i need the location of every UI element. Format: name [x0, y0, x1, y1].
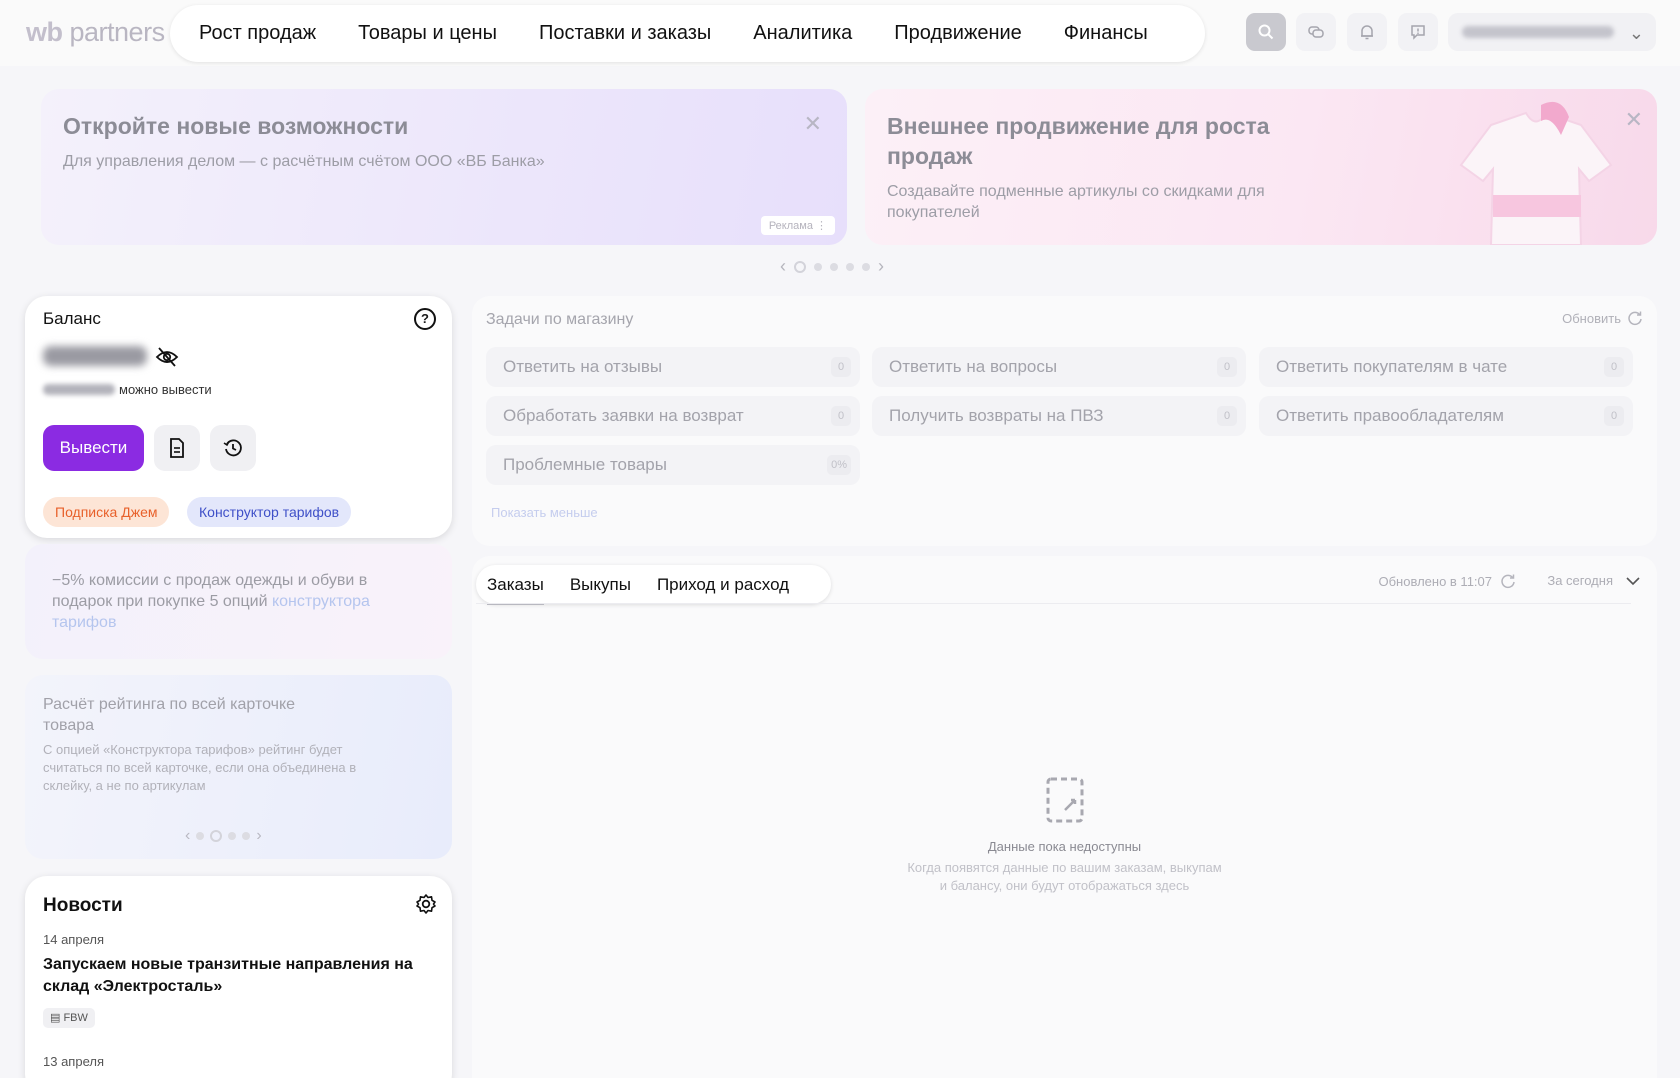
- banner-title: Откройте новые возможности: [63, 113, 409, 139]
- chevron-right-icon[interactable]: ›: [878, 256, 884, 277]
- empty-document-icon: [1046, 777, 1083, 823]
- task-count: 0: [1217, 357, 1237, 377]
- carousel-dot[interactable]: [228, 832, 237, 840]
- chevron-down-icon: [1626, 576, 1640, 585]
- tasks-title: Задачи по магазину: [486, 311, 634, 328]
- nav-item-analytics[interactable]: Аналитика: [753, 22, 852, 45]
- chevron-left-icon[interactable]: ‹: [780, 256, 786, 277]
- task-count: 0: [831, 406, 851, 426]
- search-icon[interactable]: [1246, 13, 1286, 51]
- banner-external-promotion[interactable]: Внешнее продвижение для роста продаж Созд…: [865, 89, 1657, 245]
- main-nav: Рост продаж Товары и цены Поставки и зак…: [170, 5, 1205, 62]
- news-card: Новости 14 апреля Запускаем новые транзи…: [25, 876, 452, 1078]
- balance-amount: [43, 346, 147, 366]
- nav-item-finance[interactable]: Финансы: [1064, 22, 1148, 45]
- carousel-dot[interactable]: [814, 262, 822, 271]
- close-icon[interactable]: ✕: [1625, 107, 1643, 133]
- subscription-tag[interactable]: Подписка Джем: [43, 497, 170, 527]
- promo-commission-text: −5% комиссии с продаж одежды и обуви в п…: [52, 572, 370, 631]
- carousel-dot[interactable]: [830, 262, 838, 271]
- ad-label[interactable]: Реклама ⋮: [760, 216, 835, 235]
- carousel-dot[interactable]: [196, 832, 205, 840]
- task-count: 0: [1217, 406, 1237, 426]
- task-count: 0: [831, 357, 851, 377]
- carousel-dot[interactable]: [242, 832, 251, 840]
- news-date: 13 апреля: [43, 1054, 104, 1069]
- tariff-builder-tag[interactable]: Конструктор тарифов: [187, 497, 352, 527]
- refresh-icon: [1628, 311, 1642, 326]
- empty-state: Данные пока недоступны Когда появятся да…: [472, 776, 1657, 895]
- task-reply-rightholders[interactable]: Ответить правообладателям 0: [1259, 396, 1633, 436]
- bell-icon[interactable]: [1347, 13, 1387, 51]
- banner-text: Создавайте подменные артикулы со скидкам…: [887, 183, 1265, 221]
- promo-rating-title: Расчёт рейтинга по всей карточке товара: [43, 696, 296, 734]
- tab-income-expense[interactable]: Приход и расход: [657, 575, 789, 595]
- chat-icon[interactable]: [1296, 13, 1336, 51]
- carousel-dot[interactable]: [210, 830, 223, 842]
- banner-carousel: ‹ ›: [780, 256, 884, 277]
- tabs-divider: [476, 603, 1631, 604]
- tab-buyouts[interactable]: Выкупы: [570, 575, 631, 595]
- carousel-dot[interactable]: [846, 262, 854, 271]
- top-header: wb partners Рост продаж Товары и цены По…: [0, 0, 1680, 66]
- store-tasks: Задачи по магазину Обновить Ответить на …: [472, 296, 1657, 546]
- balance-card: Баланс ? можно вывести Вывести Подписка …: [25, 296, 452, 538]
- banner-wb-bank[interactable]: Откройте новые возможности Для управлени…: [41, 89, 847, 245]
- nav-item-sales-growth[interactable]: Рост продаж: [199, 22, 316, 45]
- task-problem-goods[interactable]: Проблемные товары 0%: [486, 445, 860, 485]
- task-count: 0: [1604, 406, 1624, 426]
- refresh-button[interactable]: Обновить: [1562, 310, 1643, 326]
- history-icon[interactable]: [210, 425, 256, 471]
- news-title: Новости: [43, 895, 123, 916]
- empty-state-text: Когда появятся данные по вашим заказам, …: [907, 860, 1222, 893]
- logo[interactable]: wb partners: [26, 17, 165, 48]
- news-badge: ▤ FBW: [43, 1008, 95, 1028]
- banner-title: Внешнее продвижение для роста продаж: [887, 113, 1270, 169]
- tab-orders[interactable]: Заказы: [487, 575, 544, 605]
- nav-item-goods-prices[interactable]: Товары и цены: [358, 22, 497, 45]
- task-count: 0%: [827, 455, 851, 475]
- task-return-requests[interactable]: Обработать заявки на возврат 0: [486, 396, 860, 436]
- withdraw-button[interactable]: Вывести: [43, 425, 144, 471]
- carousel-dot[interactable]: [862, 262, 870, 271]
- chevron-down-icon: ⌄: [1628, 23, 1644, 43]
- refresh-icon: [1501, 574, 1515, 589]
- promo-commission[interactable]: −5% комиссии с продаж одежды и обуви в п…: [25, 544, 452, 659]
- promo-carousel: ‹ ›: [185, 827, 262, 845]
- task-pickup-returns[interactable]: Получить возвраты на ПВЗ 0: [872, 396, 1246, 436]
- user-menu[interactable]: ⌄: [1448, 13, 1656, 51]
- nav-item-promotion[interactable]: Продвижение: [894, 22, 1022, 45]
- promo-rating[interactable]: Расчёт рейтинга по всей карточке товара …: [25, 675, 452, 859]
- balance-title: Баланс: [43, 309, 101, 328]
- orders-tabs: Заказы Выкупы Приход и расход: [476, 565, 831, 605]
- withdrawable-value: [43, 384, 115, 395]
- withdrawable-amount: можно вывести: [43, 382, 212, 397]
- task-reply-chat[interactable]: Ответить покупателям в чате 0: [1259, 347, 1633, 387]
- task-count: 0: [1604, 357, 1624, 377]
- empty-state-title: Данные пока недоступны: [987, 839, 1142, 854]
- feedback-icon[interactable]: [1398, 13, 1438, 51]
- promo-rating-text: С опцией «Конструктора тарифов» рейтинг …: [43, 742, 357, 793]
- document-icon[interactable]: [154, 425, 200, 471]
- close-icon[interactable]: ✕: [804, 111, 822, 137]
- orders-panel: Заказы Выкупы Приход и расход Обновлено …: [472, 556, 1657, 1078]
- help-icon[interactable]: ?: [414, 308, 436, 330]
- gear-icon[interactable]: [415, 893, 437, 915]
- carousel-dot[interactable]: [794, 260, 806, 273]
- chevron-right-icon[interactable]: ›: [256, 827, 261, 845]
- user-name: [1462, 26, 1614, 38]
- updated-status[interactable]: Обновлено в 11:07: [1379, 573, 1517, 589]
- tshirt-illustration: [1459, 101, 1613, 245]
- period-select[interactable]: За сегодня: [1547, 573, 1641, 588]
- news-date: 14 апреля: [43, 932, 104, 947]
- banner-text: Для управления делом — с расчётным счёто…: [63, 153, 545, 170]
- show-less-link[interactable]: Показать меньше: [491, 505, 598, 520]
- task-reply-questions[interactable]: Ответить на вопросы 0: [872, 347, 1246, 387]
- task-reply-reviews[interactable]: Ответить на отзывы 0: [486, 347, 860, 387]
- nav-item-supplies-orders[interactable]: Поставки и заказы: [539, 22, 711, 45]
- news-headline[interactable]: Запускаем новые транзитные направления н…: [43, 954, 433, 998]
- eye-off-icon[interactable]: [155, 346, 179, 368]
- chevron-left-icon[interactable]: ‹: [185, 827, 190, 845]
